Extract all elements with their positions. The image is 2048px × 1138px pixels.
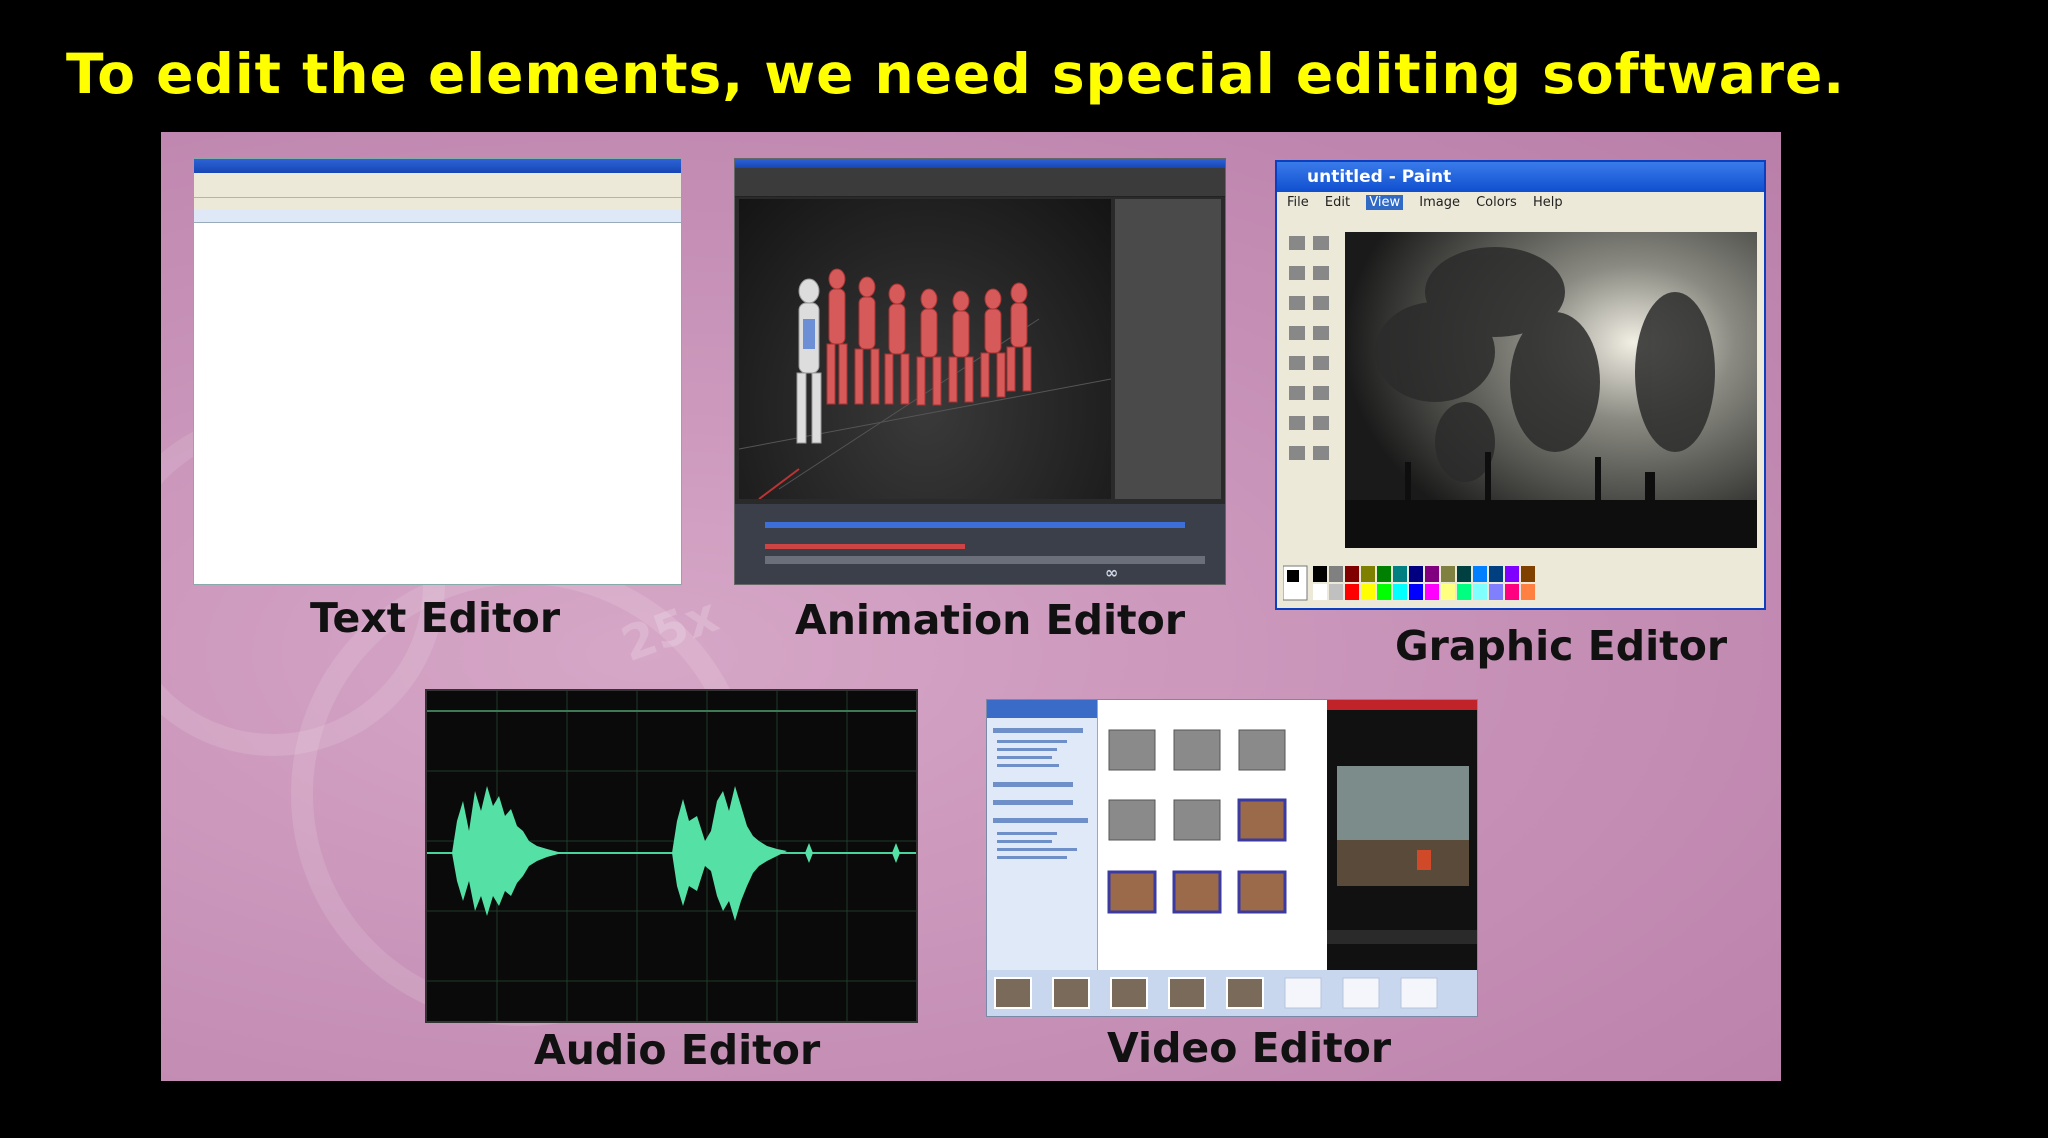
menu-edit: Edit: [1324, 195, 1351, 210]
graphic-editor-label: Graphic Editor: [1395, 622, 1728, 670]
image-canvas: [1345, 232, 1757, 548]
menu-bar: [194, 173, 681, 183]
storyboard: [987, 970, 1477, 1016]
menu-bar: File Edit View Image Colors Help: [1277, 192, 1764, 214]
preview-monitor: [1327, 700, 1477, 970]
tool-palette: [1283, 228, 1339, 528]
menu-view: View: [1366, 195, 1404, 210]
svg-text:∞: ∞: [1105, 563, 1118, 582]
window-titlebar: [194, 159, 681, 173]
menu-image: Image: [1419, 195, 1460, 210]
audio-editor-screenshot: [425, 689, 918, 1023]
window-titlebar: [735, 159, 1225, 168]
properties-panel: [1115, 199, 1221, 499]
slide-headline: To edit the elements, we need special ed…: [66, 42, 1846, 106]
timeline: ∞: [735, 504, 1225, 584]
3d-viewport: [738, 199, 1112, 500]
toolbar: [735, 168, 1225, 197]
collection-pane: [1099, 700, 1325, 970]
menu-file: File: [1287, 195, 1309, 210]
video-editor-screenshot: [986, 699, 1478, 1017]
color-palette: [1282, 564, 1583, 604]
window-titlebar: untitled - Paint: [1277, 162, 1764, 192]
text-editor-screenshot: [193, 158, 682, 585]
menu-help: Help: [1532, 195, 1563, 210]
menu-colors: Colors: [1476, 195, 1517, 210]
smokestack-photo-icon: [1345, 232, 1757, 548]
text-editor-label: Text Editor: [310, 594, 561, 642]
video-editor-label: Video Editor: [1107, 1024, 1392, 1072]
movie-tasks-pane: [987, 700, 1098, 970]
animated-figures-icon: [738, 268, 1112, 500]
animation-editor-screenshot: ∞: [734, 158, 1226, 585]
graphic-editor-screenshot: untitled - Paint File Edit View Image Co…: [1275, 160, 1766, 610]
window-title: untitled - Paint: [1307, 167, 1452, 187]
content-board: 25x Text Editor ∞ Animation Editor untit…: [161, 132, 1781, 1081]
waveform-icon: [427, 691, 916, 1021]
ruler: [194, 210, 681, 223]
animation-editor-label: Animation Editor: [795, 596, 1186, 644]
format-toolbar: [194, 198, 681, 210]
audio-editor-label: Audio Editor: [534, 1026, 821, 1074]
toolbar: [194, 183, 681, 198]
